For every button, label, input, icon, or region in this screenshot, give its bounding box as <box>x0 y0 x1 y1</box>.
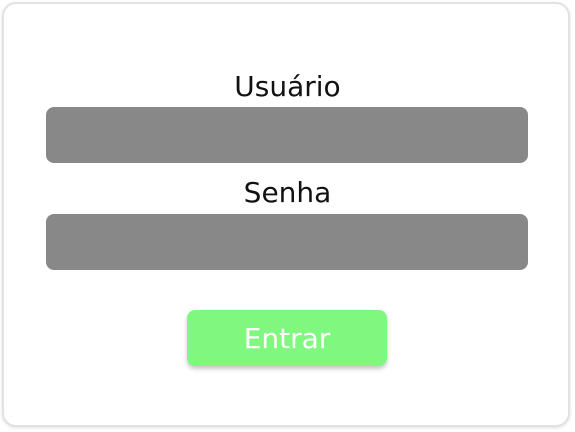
password-input[interactable] <box>46 214 528 270</box>
username-input[interactable] <box>46 107 528 163</box>
username-label: Usuário <box>234 70 341 103</box>
login-button[interactable]: Entrar <box>187 310 387 366</box>
password-label: Senha <box>243 176 332 209</box>
